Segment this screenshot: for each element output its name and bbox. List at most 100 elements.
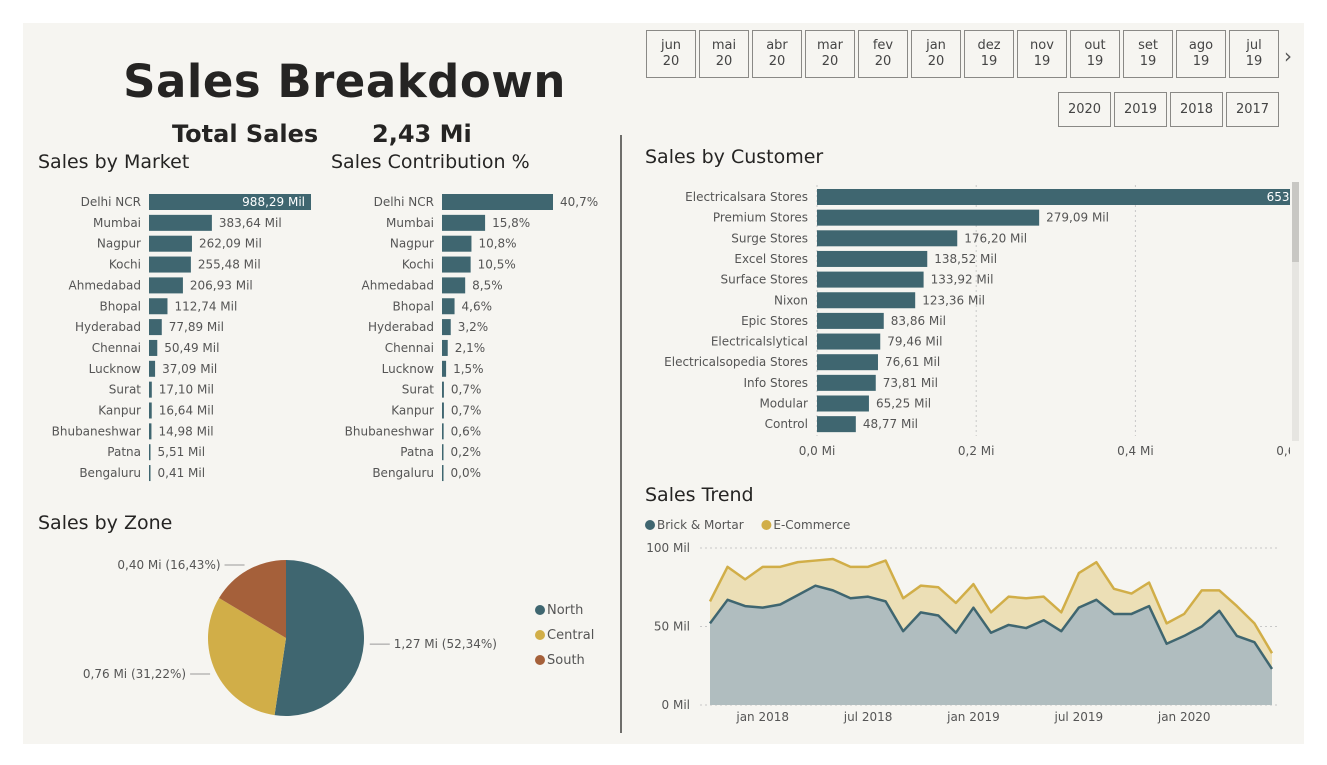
bar: [149, 214, 212, 231]
bar: [817, 333, 881, 350]
category-label: Nagpur: [97, 237, 141, 251]
month-label: set: [1138, 38, 1158, 53]
category-label: Electricalsara Stores: [685, 190, 808, 204]
bar: [442, 256, 471, 273]
legend-marker: [761, 520, 772, 530]
bar: [442, 214, 486, 231]
category-label: Nixon: [774, 293, 808, 307]
year-slicer-item[interactable]: 2019: [1114, 92, 1167, 127]
data-label: 16,64 Mil: [159, 404, 214, 418]
category-label: Delhi NCR: [81, 195, 141, 209]
month-year-label: 19: [1033, 54, 1051, 69]
category-label: Kanpur: [98, 404, 141, 418]
month-slicer-item[interactable]: abr 20: [752, 30, 802, 78]
category-label: Mumbai: [93, 216, 141, 230]
category-label: Surge Stores: [731, 231, 808, 245]
category-label: Premium Stores: [713, 211, 808, 225]
customer-scrollbar[interactable]: [1292, 182, 1299, 441]
category-label: Excel Stores: [734, 252, 808, 266]
month-label: dez: [977, 38, 1001, 53]
page-title: Sales Breakdown: [123, 55, 566, 108]
trend-area-chart: 0 Mil 50 Mil 100 Mil jan 2018 jul 2018 jan 20…: [645, 518, 1278, 724]
month-slicer-item[interactable]: nov 19: [1017, 30, 1067, 78]
bar: [817, 250, 928, 267]
month-slicer-item[interactable]: mai 20: [699, 30, 749, 78]
data-label: 0,2%: [451, 445, 482, 459]
month-year-label: 19: [1245, 54, 1263, 69]
category-label: Chennai: [92, 341, 141, 355]
data-label: 8,5%: [472, 278, 503, 292]
data-label: 0,41 Mil: [158, 466, 206, 480]
bar: [149, 381, 152, 398]
chevron-right-icon[interactable]: ›: [1284, 44, 1292, 68]
month-slicer-item[interactable]: jan 20: [911, 30, 961, 78]
data-label: 2,1%: [455, 341, 486, 355]
scrollbar-thumb[interactable]: [1292, 182, 1299, 262]
data-label: 83,86 Mil: [891, 314, 946, 328]
data-label: 206,93 Mil: [190, 278, 253, 292]
month-slicer-item[interactable]: jun 20: [646, 30, 696, 78]
data-label: 37,09 Mil: [162, 362, 217, 376]
bar: [442, 465, 444, 482]
bar: [149, 339, 158, 356]
bar: [817, 230, 958, 247]
month-slicer-item[interactable]: out 19: [1070, 30, 1120, 78]
year-slicer-item[interactable]: 2018: [1170, 92, 1223, 127]
bar: [149, 298, 168, 315]
data-label: 10,5%: [478, 258, 516, 272]
data-label: 0,6%: [451, 424, 482, 438]
month-label: mar: [817, 38, 843, 53]
category-label: Info Stores: [744, 376, 809, 390]
bar: [442, 319, 451, 336]
customer-chart-title: Sales by Customer: [645, 146, 824, 168]
month-label: mai: [711, 38, 737, 53]
data-label: 65,25 Mil: [876, 397, 931, 411]
bar: [817, 416, 856, 433]
year-slicer-item[interactable]: 2017: [1226, 92, 1279, 127]
category-label: Patna: [107, 445, 141, 459]
month-label: abr: [766, 38, 788, 53]
month-slicer-item[interactable]: set 19: [1123, 30, 1173, 78]
bar: [149, 277, 183, 294]
month-label: out: [1084, 38, 1106, 53]
data-label: 3,2%: [458, 320, 489, 334]
bar: [149, 423, 152, 440]
category-label: Electricalslytical: [711, 335, 808, 349]
pie-slice: [274, 560, 364, 716]
month-slicer-item[interactable]: dez 19: [964, 30, 1014, 78]
category-label: Mumbai: [386, 216, 434, 230]
month-label: fev: [872, 38, 894, 53]
data-label: 138,52 Mil: [934, 252, 997, 266]
month-year-label: 20: [662, 54, 680, 69]
year-slicer-item[interactable]: 2020: [1058, 92, 1111, 127]
vertical-divider: [620, 135, 622, 733]
total-sales-label: Total Sales: [172, 120, 319, 148]
month-slicer-item[interactable]: jul 19: [1229, 30, 1279, 78]
bar: [817, 189, 1290, 205]
category-label: Control: [765, 417, 808, 431]
month-slicer-item[interactable]: ago 19: [1176, 30, 1226, 78]
month-slicer-item[interactable]: fev 20: [858, 30, 908, 78]
pie-data-label: 0,40 Mi (16,43%): [117, 558, 220, 572]
x-tick-label: jan 2020: [1157, 710, 1211, 724]
data-label: 262,09 Mil: [199, 237, 262, 251]
category-label: Bengaluru: [79, 466, 141, 480]
trend-chart-title: Sales Trend: [645, 484, 754, 506]
legend-label: Brick & Mortar: [657, 518, 744, 532]
month-year-label: 20: [768, 54, 786, 69]
pie-data-label: 0,76 Mi (31,22%): [83, 667, 186, 681]
data-label: 133,92 Mil: [931, 273, 994, 287]
y-tick-label: 50 Mil: [654, 620, 690, 634]
bar: [817, 374, 876, 391]
category-label: Chennai: [385, 341, 434, 355]
bar: [442, 444, 444, 461]
month-label: jan: [926, 38, 946, 53]
zone-chart-title: Sales by Zone: [38, 512, 173, 534]
data-label: 279,09 Mil: [1046, 211, 1109, 225]
month-label: jun: [660, 38, 682, 53]
bar: [817, 292, 916, 309]
month-slicer-item[interactable]: mar 20: [805, 30, 855, 78]
market-chart-title: Sales by Market: [38, 151, 190, 173]
month-label: ago: [1188, 38, 1214, 53]
category-label: Ahmedabad: [69, 278, 141, 292]
